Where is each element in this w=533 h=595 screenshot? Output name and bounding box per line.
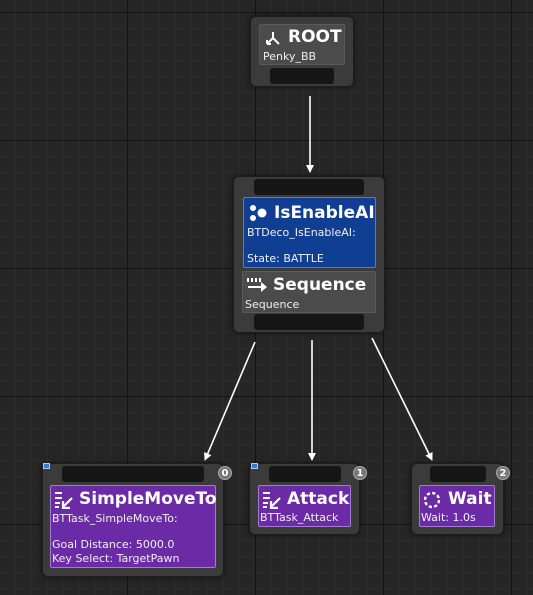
- sequence-node[interactable]: IsEnableAI BTDeco_IsEnableAI: State: BAT…: [233, 176, 385, 333]
- tree-branch-icon: [266, 32, 280, 45]
- root-header: ROOT Penky_BB: [259, 24, 345, 65]
- task-attack-card[interactable]: Attack BTTask_Attack: [258, 485, 351, 527]
- sequence-input-pin[interactable]: [254, 179, 364, 195]
- attack-input-pin[interactable]: [269, 466, 341, 482]
- task-list-arrow-icon: [55, 492, 73, 509]
- simplemoveto-class-name: BTTask_SimpleMoveTo:: [52, 512, 178, 525]
- wait-title: Wait: [448, 489, 492, 509]
- task-list-arrow-icon: [263, 492, 281, 509]
- decorator-class-name: BTDeco_IsEnableAI:: [247, 226, 356, 239]
- root-blackboard: Penky_BB: [263, 50, 317, 63]
- wait-execution-index-badge: 2: [496, 466, 510, 480]
- simplemoveto-key-select: Key Select: TargetPawn: [52, 552, 180, 565]
- decorator-isenableai[interactable]: IsEnableAI BTDeco_IsEnableAI: State: BAT…: [243, 197, 376, 268]
- root-output-pin[interactable]: [270, 68, 334, 84]
- wait-duration: Wait: 1.0s: [421, 511, 476, 524]
- attack-breakpoint-marker: [251, 463, 258, 469]
- simplemoveto-execution-index-badge: 0: [218, 466, 232, 480]
- decorator-dots-icon: [250, 205, 267, 221]
- sequence-arrows-icon: [247, 278, 267, 292]
- task-wait-card[interactable]: Wait Wait: 1.0s: [419, 485, 495, 527]
- sequence-subtitle: Sequence: [245, 298, 300, 311]
- sequence-card[interactable]: Sequence Sequence: [242, 271, 376, 313]
- wire-composite-to-wait: [371, 337, 433, 461]
- sequence-title: Sequence: [273, 275, 367, 295]
- attack-execution-index-badge: 1: [353, 466, 367, 480]
- task-simplemoveto-node[interactable]: SimpleMoveTo BTTask_SimpleMoveTo: Goal D…: [42, 463, 224, 577]
- root-title: ROOT: [288, 27, 342, 47]
- attack-title: Attack: [287, 489, 350, 509]
- sequence-output-pin[interactable]: [254, 314, 364, 330]
- task-wait-node[interactable]: Wait Wait: 1.0s: [411, 463, 504, 535]
- task-simplemoveto-card[interactable]: SimpleMoveTo BTTask_SimpleMoveTo: Goal D…: [50, 485, 217, 568]
- simplemoveto-input-pin[interactable]: [62, 466, 204, 482]
- decorator-state: State: BATTLE: [247, 252, 324, 265]
- decorator-title: IsEnableAI: [274, 203, 375, 223]
- task-attack-node[interactable]: Attack BTTask_Attack: [249, 463, 360, 535]
- wait-dotted-circle-icon: [423, 491, 441, 509]
- simplemoveto-goal-distance: Goal Distance: 5000.0: [52, 538, 175, 551]
- attack-class-name: BTTask_Attack: [260, 511, 339, 524]
- wire-composite-to-simplemoveto: [204, 341, 256, 461]
- root-node[interactable]: ROOT Penky_BB: [250, 16, 354, 87]
- simplemoveto-breakpoint-marker: [43, 463, 50, 469]
- wait-input-pin[interactable]: [430, 466, 486, 482]
- simplemoveto-title: SimpleMoveTo: [79, 489, 217, 509]
